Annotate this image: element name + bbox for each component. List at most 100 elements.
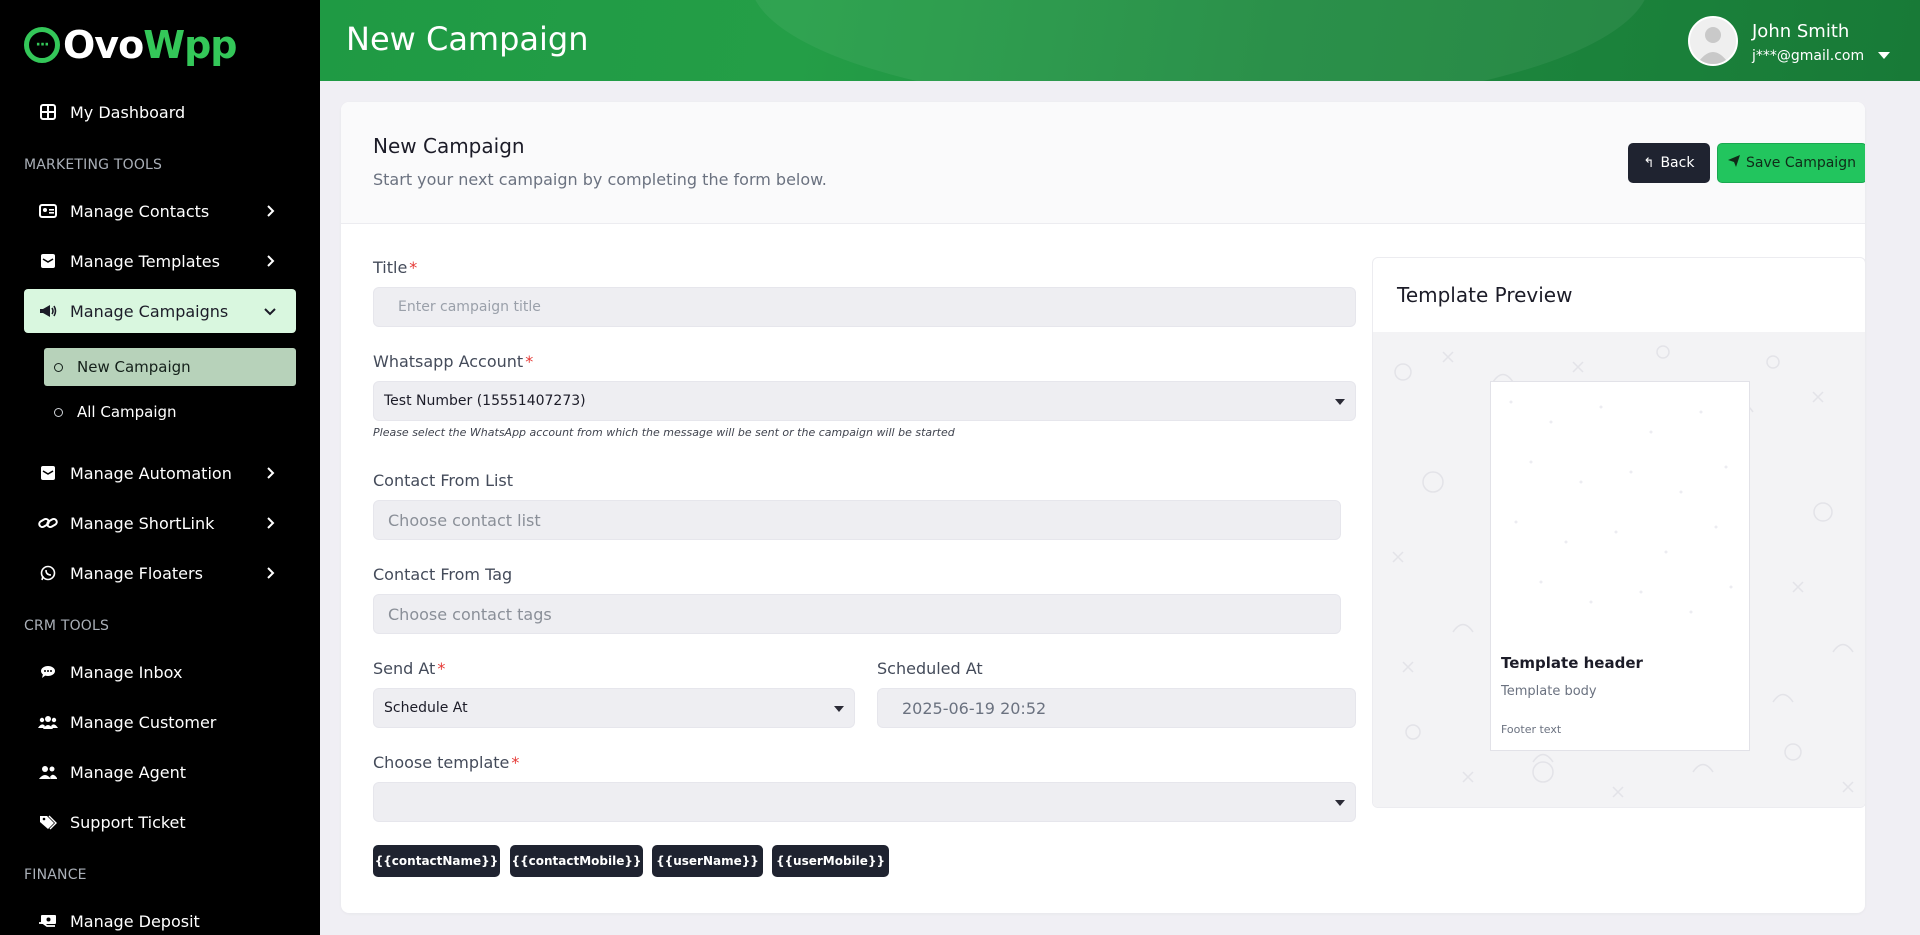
contact-tag-input[interactable]: Choose contact tags — [373, 594, 1341, 634]
title-placeholder: Enter campaign title — [398, 299, 541, 315]
title-label: Title * — [373, 258, 418, 277]
circle-icon — [54, 407, 63, 417]
template-media-placeholder — [1491, 382, 1749, 642]
campaign-form-card: New Campaign Start your next campaign by… — [341, 102, 1865, 913]
sidebar-item-support[interactable]: Support Ticket — [24, 800, 296, 844]
sidebar-item-shortlink[interactable]: Manage ShortLink — [24, 501, 296, 545]
template-message-bubble: Template header Template body Footer tex… — [1490, 381, 1750, 751]
scheduled-at-value: 2025-06-19 20:52 — [902, 698, 1047, 718]
sidebar-item-label: Manage Templates — [70, 251, 220, 271]
template-select[interactable] — [373, 782, 1356, 822]
title-input[interactable]: Enter campaign title — [373, 287, 1356, 327]
sidebar-item-label: Support Ticket — [70, 812, 186, 832]
template-preview-title: Template Preview — [1397, 283, 1573, 307]
scheduled-at-input[interactable]: 2025-06-19 20:52 — [877, 688, 1356, 728]
template-preview-panel: Template Preview Template header Templat… — [1372, 257, 1865, 808]
user-email-row[interactable]: j***@gmail.com — [1752, 47, 1891, 64]
sidebar-item-automation[interactable]: Manage Automation — [24, 451, 296, 495]
logo[interactable]: ··· OvoWpp — [24, 23, 238, 67]
sidebar-item-label: Manage Deposit — [70, 911, 200, 931]
sidebar-item-contacts[interactable]: Manage Contacts — [24, 189, 296, 233]
sidebar-item-label: Manage Floaters — [70, 563, 203, 583]
contact-list-input[interactable]: Choose contact list — [373, 500, 1341, 540]
avatar[interactable] — [1688, 16, 1738, 66]
section-label-finance: FINANCE — [24, 867, 87, 883]
chat-wallpaper: Template header Template body Footer tex… — [1373, 332, 1865, 807]
sidebar-item-label: My Dashboard — [70, 102, 186, 122]
send-at-select[interactable]: Schedule At — [373, 688, 855, 728]
caret-down-icon — [1335, 399, 1345, 405]
automation-icon — [38, 464, 58, 482]
send-at-value: Schedule At — [384, 700, 468, 716]
agents-icon — [38, 763, 58, 781]
card-header: New Campaign Start your next campaign by… — [341, 102, 1865, 224]
logo-text: OvoWpp — [63, 23, 238, 67]
sidebar-item-label: Manage Customer — [70, 712, 217, 732]
users-icon — [38, 713, 58, 731]
megaphone-icon — [38, 302, 58, 320]
sidebar-item-dashboard[interactable]: My Dashboard — [24, 90, 296, 134]
send-icon — [1728, 155, 1741, 171]
sidebar-item-floaters[interactable]: Manage Floaters — [24, 551, 296, 595]
sidebar-item-campaigns[interactable]: Manage Campaigns — [24, 289, 296, 333]
sidebar-subitem-label: All Campaign — [77, 403, 177, 421]
sidebar-item-templates[interactable]: Manage Templates — [24, 239, 296, 283]
variable-tag-contact-mobile[interactable]: {{contactMobile}} — [510, 845, 643, 877]
chat-logo-icon: ··· — [24, 27, 60, 63]
chevron-right-icon — [267, 467, 275, 479]
sidebar-item-agent[interactable]: Manage Agent — [24, 750, 296, 794]
caret-down-icon — [834, 706, 844, 712]
sidebar-item-label: Manage Campaigns — [70, 301, 229, 321]
sidebar-item-deposit[interactable]: Manage Deposit — [24, 899, 296, 935]
save-button-label: Save Campaign — [1746, 155, 1856, 171]
whatsapp-account-value: Test Number (15551407273) — [384, 393, 586, 409]
section-label-marketing: MARKETING TOOLS — [24, 157, 163, 173]
dashboard-icon — [38, 103, 58, 121]
chevron-right-icon — [267, 517, 275, 529]
whatsapp-account-hint: Please select the WhatsApp account from … — [373, 426, 955, 439]
circle-icon — [54, 362, 63, 372]
variable-tag-user-mobile[interactable]: {{userMobile}} — [772, 845, 889, 877]
save-campaign-button[interactable]: Save Campaign — [1717, 143, 1865, 183]
template-footer-text: Footer text — [1501, 723, 1562, 736]
whatsapp-account-select[interactable]: Test Number (15551407273) — [373, 381, 1356, 421]
user-info: John Smith j***@gmail.com — [1752, 19, 1891, 64]
money-icon — [38, 912, 58, 930]
back-button[interactable]: ↰ Back — [1628, 143, 1710, 183]
user-name: John Smith — [1752, 20, 1850, 42]
chevron-right-icon — [267, 567, 275, 579]
variable-tag-user-name[interactable]: {{userName}} — [652, 845, 763, 877]
whatsapp-icon — [38, 564, 58, 582]
scheduled-at-label: Scheduled At — [877, 659, 983, 678]
sidebar-subitem-new-campaign[interactable]: New Campaign — [44, 348, 296, 386]
sidebar-item-label: Manage Automation — [70, 463, 232, 483]
contact-card-icon — [38, 202, 58, 220]
sidebar: ··· OvoWpp My Dashboard MARKETING TOOLS … — [0, 0, 320, 935]
page-title: New Campaign — [346, 20, 589, 58]
sidebar-subitem-all-campaign[interactable]: All Campaign — [44, 393, 296, 431]
chevron-down-icon — [264, 308, 276, 316]
card-subtitle: Start your next campaign by completing t… — [373, 170, 827, 189]
whatsapp-account-label: Whatsapp Account * — [373, 352, 534, 371]
chat-icon — [38, 663, 58, 681]
back-button-label: Back — [1660, 155, 1695, 171]
caret-down-icon[interactable] — [1878, 52, 1891, 59]
contact-tag-label: Contact From Tag — [373, 565, 513, 584]
sidebar-item-customer[interactable]: Manage Customer — [24, 700, 296, 744]
user-email: j***@gmail.com — [1752, 47, 1865, 64]
template-body-text: Template body — [1501, 684, 1597, 699]
sidebar-item-inbox[interactable]: Manage Inbox — [24, 650, 296, 694]
contact-list-placeholder: Choose contact list — [388, 510, 541, 530]
variable-tag-contact-name[interactable]: {{contactName}} — [373, 845, 500, 877]
template-label: Choose template * — [373, 753, 520, 772]
caret-down-icon — [1335, 800, 1345, 806]
tags-icon — [38, 813, 58, 831]
card-title: New Campaign — [373, 134, 525, 158]
user-menu[interactable]: John Smith j***@gmail.com — [1688, 16, 1891, 66]
send-at-label: Send At * — [373, 659, 446, 678]
section-label-crm: CRM TOOLS — [24, 618, 110, 634]
header-decoration — [750, 0, 1650, 81]
template-header-text: Template header — [1501, 654, 1643, 672]
sidebar-item-label: Manage Contacts — [70, 201, 210, 221]
sidebar-item-label: Manage Agent — [70, 762, 186, 782]
